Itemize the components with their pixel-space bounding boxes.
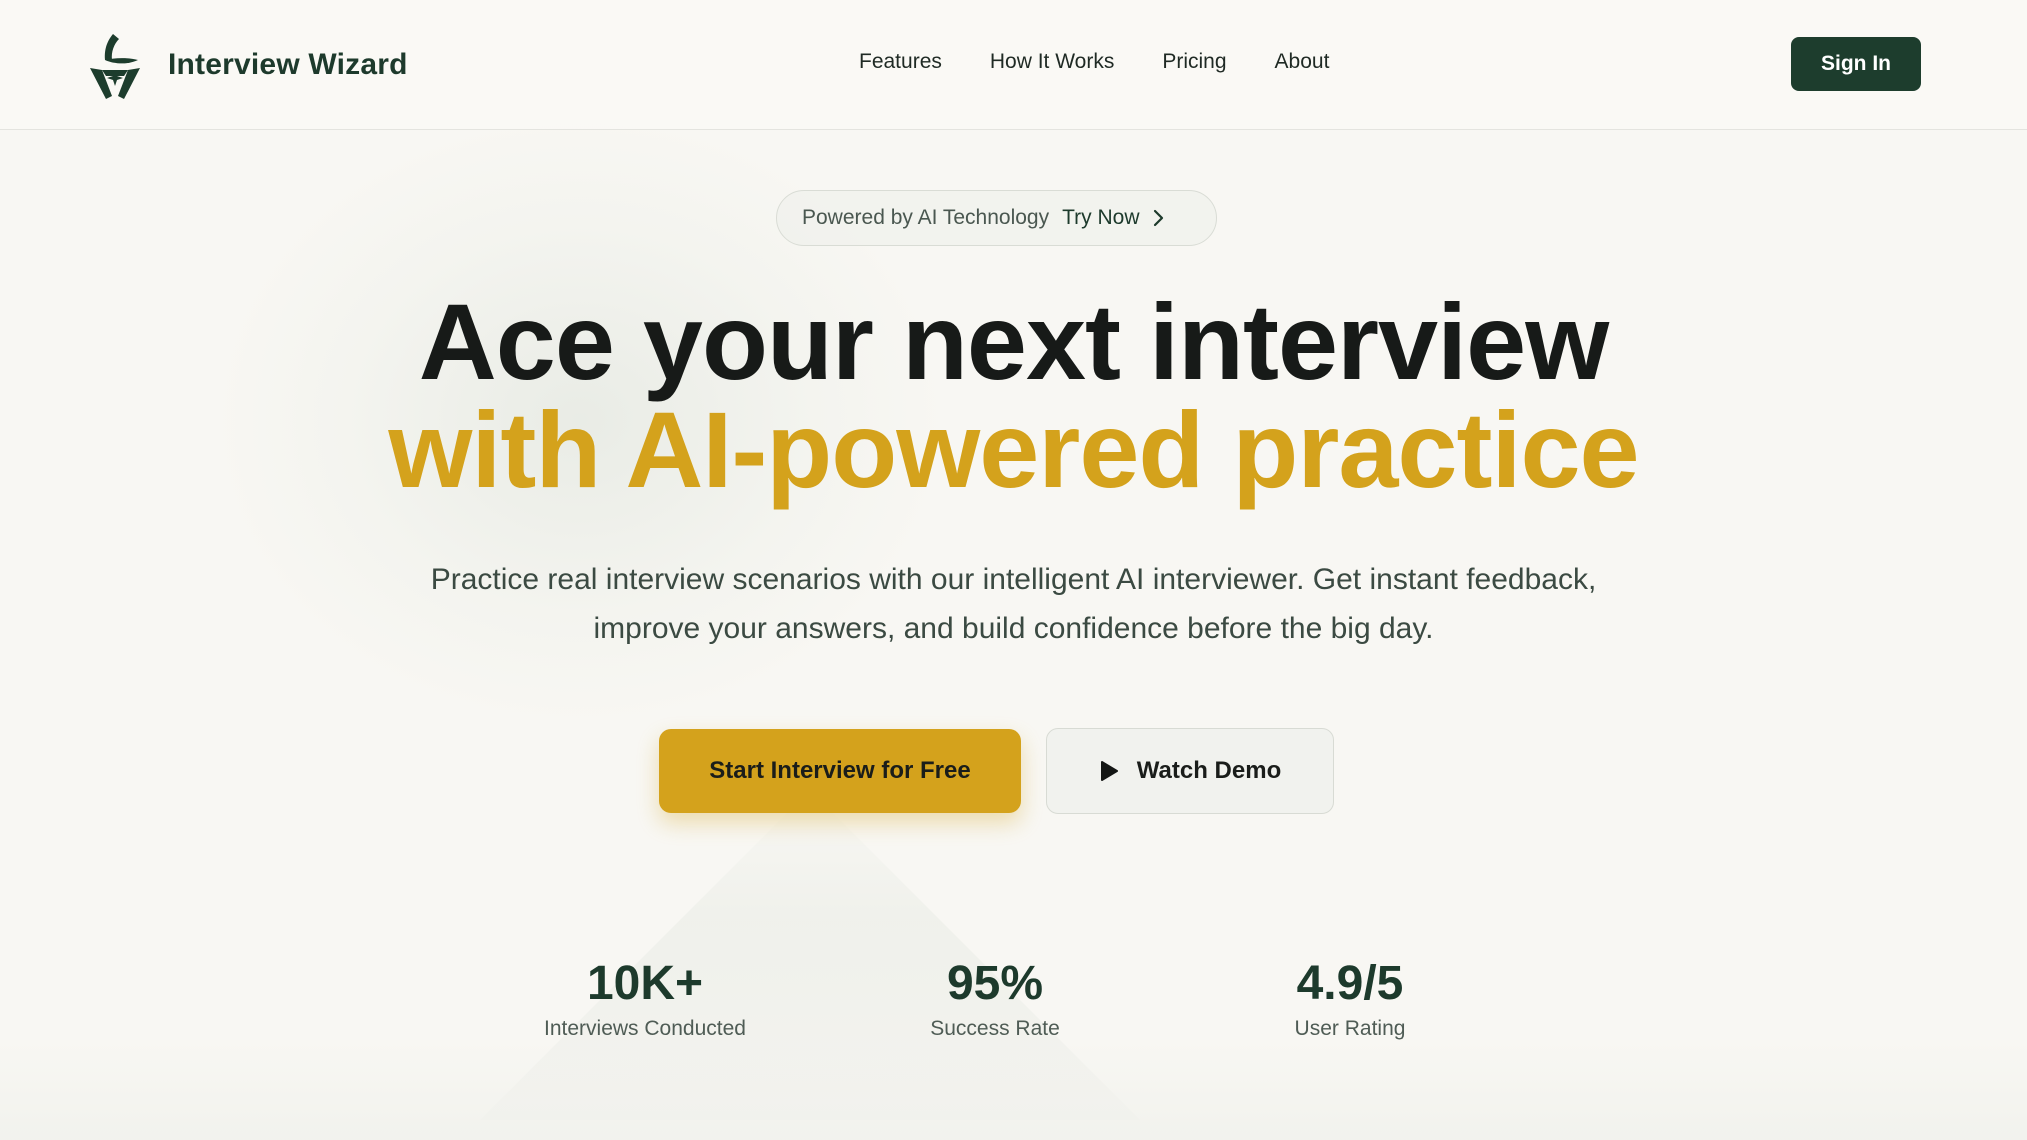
nav-link-pricing[interactable]: Pricing: [1162, 50, 1226, 74]
watch-demo-label: Watch Demo: [1136, 757, 1282, 784]
headline-line-2: with AI-powered practice: [388, 389, 1639, 510]
hero-subtitle: Practice real interview scenarios with o…: [430, 563, 1597, 645]
stat-value: 4.9/5: [1296, 957, 1404, 1010]
chevron-right-icon: [1153, 209, 1163, 227]
main-nav: Features How It Works Pricing About: [859, 50, 1329, 74]
headline-line-1: Ace your next interview: [418, 281, 1609, 402]
start-interview-button[interactable]: Start Interview for Free: [659, 729, 1021, 813]
nav-link-how-it-works[interactable]: How It Works: [990, 50, 1114, 74]
play-icon: [1100, 761, 1118, 781]
nav-link-about[interactable]: About: [1275, 50, 1330, 74]
sign-in-button[interactable]: Sign In: [1791, 37, 1921, 91]
stat-label: User Rating: [1294, 1017, 1406, 1040]
stat-user-rating: 4.9/5 User Rating: [1240, 952, 1460, 1042]
badge-link: Try Now: [1062, 206, 1140, 229]
stat-value: 10K+: [586, 957, 704, 1010]
stat-success-rate: 95% Success Rate: [880, 952, 1110, 1042]
brand-name: Interview Wizard: [168, 48, 408, 81]
hero-headline: Ace your next interview with AI-powered …: [0, 288, 2027, 504]
site-header: Interview Wizard Features How It Works P…: [0, 0, 2027, 130]
brand-link[interactable]: Interview Wizard: [86, 30, 408, 100]
wizard-hat-logo-icon: [90, 34, 140, 99]
badge-text: Powered by AI Technology: [802, 206, 1050, 229]
stat-value: 95%: [946, 957, 1044, 1010]
nav-link-features[interactable]: Features: [859, 50, 942, 74]
landing-page: Interview Wizard Features How It Works P…: [0, 0, 2027, 1140]
background-floor: [0, 1040, 2027, 1140]
stat-label: Success Rate: [930, 1017, 1060, 1040]
stat-interviews: 10K+ Interviews Conducted: [520, 952, 770, 1042]
stat-label: Interviews Conducted: [544, 1017, 746, 1040]
announcement-badge[interactable]: Powered by AI Technology Try Now: [776, 190, 1217, 246]
watch-demo-button[interactable]: Watch Demo: [1046, 728, 1334, 814]
